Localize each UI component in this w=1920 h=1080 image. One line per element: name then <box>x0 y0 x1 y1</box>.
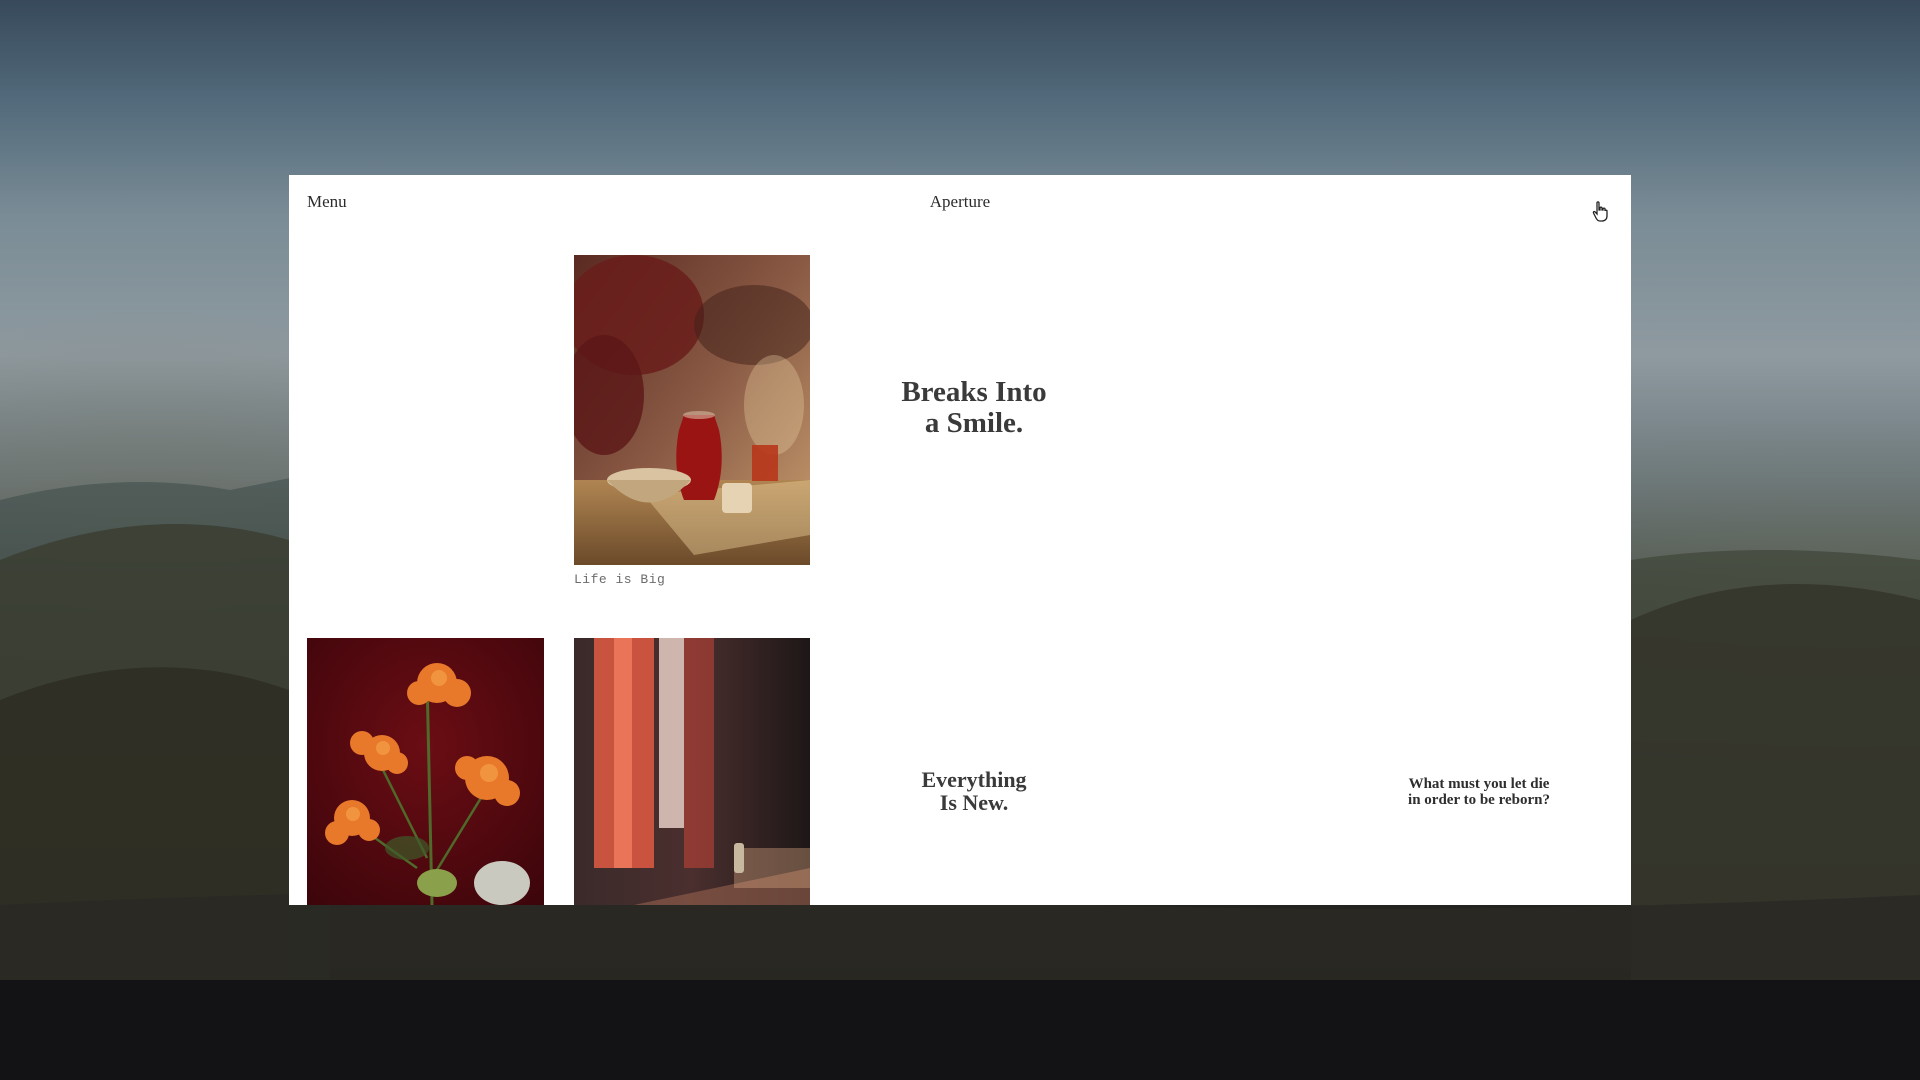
browser-window: Menu Aperture Life is Big Breaks Into a … <box>289 175 1631 905</box>
headline-line: Is New. <box>939 790 1009 815</box>
window-light-photo[interactable] <box>574 638 810 905</box>
brand-title: Aperture <box>929 192 991 211</box>
still-life-photo[interactable] <box>574 255 810 565</box>
question-line: in order to be reborn? <box>1408 792 1550 808</box>
question-line: What must you let die <box>1408 776 1550 792</box>
orange-flowers-photo[interactable] <box>307 638 544 905</box>
headline-everything-is-new: Everything Is New. <box>869 768 1079 814</box>
headline-line: Everything <box>921 767 1027 792</box>
headline-breaks-into-a-smile: Breaks Into a Smile. <box>829 377 1119 439</box>
headline-line: Breaks Into <box>901 376 1047 408</box>
hand-pointer-icon[interactable] <box>1589 199 1613 223</box>
reborn-question-text: What must you let die in order to be reb… <box>1379 776 1579 808</box>
headline-line: a Smile. <box>924 407 1024 439</box>
photo-caption: Life is Big <box>574 572 666 587</box>
